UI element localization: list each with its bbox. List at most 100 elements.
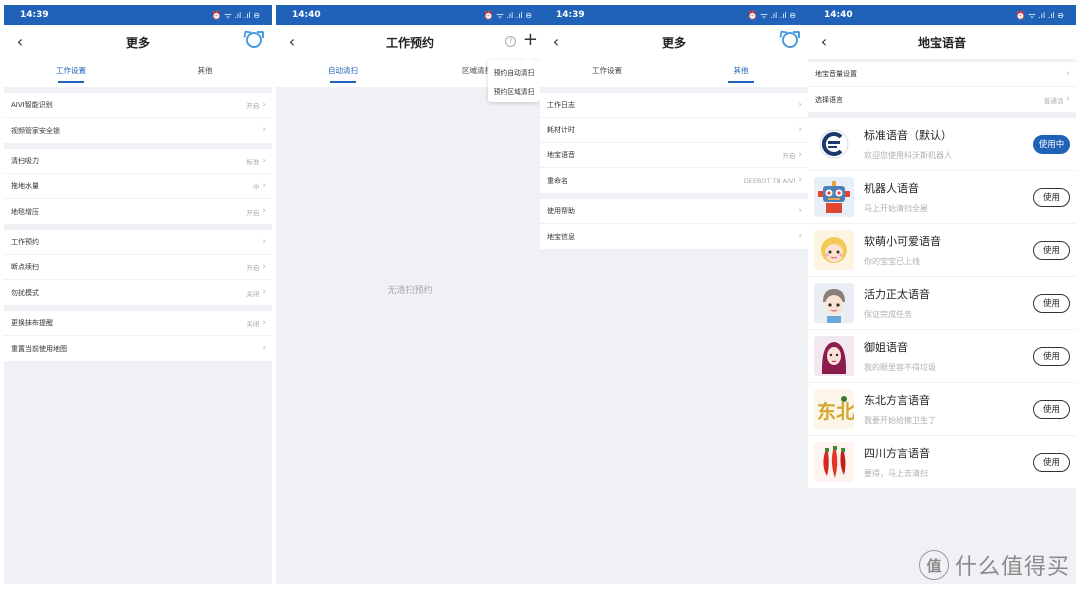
status-bar: 14:39 ⏰ ᯤ .ıl .ıl ⊖ (540, 5, 808, 25)
chevron-right-icon: › (1066, 94, 1070, 104)
use-button[interactable]: 使用 (1033, 293, 1070, 313)
status-time: 14:40 (292, 10, 321, 20)
chevron-right-icon: › (262, 125, 266, 135)
use-button[interactable]: 使用 (1033, 452, 1070, 472)
row-value: DEEBOT T8 AIVI (743, 176, 796, 185)
voice-text: 软萌小可爱语音 你的宝宝已上线 (864, 233, 1033, 267)
cute-girl-avatar (814, 230, 854, 270)
use-button[interactable]: 使用 (1033, 399, 1070, 419)
settings-row[interactable]: 视频管家安全锁 › (4, 118, 272, 143)
dongbei-avatar: 东北 (814, 389, 854, 429)
robot-avatar (814, 177, 854, 217)
settings-row[interactable]: 工作日志 › (540, 93, 808, 118)
row-label: 地宝音量设置 (815, 70, 857, 78)
screen-more-other: 14:39 ⏰ ᯤ .ıl .ıl ⊖ ‹ 更多 工作设置 其他 工作日志 › 耗材… (540, 5, 808, 584)
tab-work-settings[interactable]: 工作设置 (4, 59, 138, 87)
settings-row[interactable]: 更换抹布提醒 关闭 › (4, 311, 272, 336)
back-arrow-icon[interactable]: ‹ (284, 33, 300, 51)
status-icons: ⏰ ᯤ .ıl .ıl ⊖ (211, 10, 260, 20)
nav-bar: ‹ 地宝语音 (808, 25, 1076, 59)
row-label: 耗材计时 (547, 126, 575, 134)
voice-desc: 欢迎您使用科沃斯机器人 (864, 151, 952, 160)
voice-item[interactable]: 标准语音（默认） 欢迎您使用科沃斯机器人 使用中 (808, 118, 1076, 171)
add-schedule-menu: 预约自动清扫 预约区域清扫 (488, 56, 540, 102)
back-arrow-icon[interactable]: ‹ (816, 33, 832, 51)
add-icon[interactable]: + (523, 29, 538, 51)
voice-item[interactable]: 软萌小可爱语音 你的宝宝已上线 使用 (808, 224, 1076, 277)
voice-item[interactable]: 四川方言语音 要得，马上去清扫 使用 (808, 436, 1076, 489)
voice-item[interactable]: 东北 东北方言语音 我要开始给擦卫生了 使用 (808, 383, 1076, 436)
settings-row[interactable]: 勿扰模式 关闭 › (4, 280, 272, 305)
settings-row[interactable]: 重置当前使用地图 › (4, 336, 272, 361)
settings-row[interactable]: 使用帮助 › (540, 199, 808, 224)
back-arrow-icon[interactable]: ‹ (12, 33, 28, 51)
use-button[interactable]: 使用 (1033, 346, 1070, 366)
status-time: 14:39 (556, 10, 585, 20)
voice-desc: 你的宝宝已上线 (864, 257, 920, 266)
tab-auto-clean[interactable]: 自动清扫 (276, 59, 410, 87)
settings-row[interactable]: 工作预约 › (4, 230, 272, 255)
row-value: 开启 (246, 264, 260, 272)
help-icon[interactable]: ? (505, 36, 516, 47)
tab-work-settings[interactable]: 工作设置 (540, 59, 674, 87)
settings-row[interactable]: 清扫吸力 标准 › (4, 149, 272, 174)
menu-item-schedule-auto[interactable]: 预约自动清扫 (488, 62, 540, 81)
tab-other[interactable]: 其他 (674, 59, 808, 87)
row-select-language[interactable]: 选择语言 普通话 › (808, 87, 1076, 112)
voice-item[interactable]: 御姐语音 我的眼里容不得垃圾 使用 (808, 330, 1076, 383)
row-label: 重命名 (547, 176, 568, 185)
row-label: 地宝语音 (547, 151, 575, 159)
chevron-right-icon: › (262, 180, 266, 191)
voice-desc: 我的眼里容不得垃圾 (864, 363, 936, 372)
settings-row[interactable]: AIVI智能识别 开启 › (4, 93, 272, 118)
row-value: 标准 (246, 158, 260, 166)
row-right: › (259, 237, 266, 247)
use-button[interactable]: 使用 (1033, 187, 1070, 207)
row-value: 中 (252, 183, 260, 191)
tab-other[interactable]: 其他 (138, 59, 272, 87)
voice-desc: 我要开始给擦卫生了 (864, 416, 936, 425)
in-use-button[interactable]: 使用中 (1033, 134, 1070, 154)
chevron-right-icon: › (1066, 68, 1070, 79)
voice-desc: 马上开始清扫全屋 (864, 204, 928, 213)
menu-item-schedule-area[interactable]: 预约区域清扫 (488, 81, 540, 100)
use-button[interactable]: 使用 (1033, 240, 1070, 260)
voice-item[interactable]: 机器人语音 马上开始清扫全屋 使用 (808, 171, 1076, 224)
settings-row[interactable]: 地宝语音 开启 › (540, 143, 808, 168)
status-icons: ⏰ ᯤ .ıl .ıl ⊖ (747, 10, 796, 20)
voice-text: 标准语音（默认） 欢迎您使用科沃斯机器人 (864, 127, 1033, 161)
lady-avatar (814, 336, 854, 376)
composite-screenshot: 14:39 ⏰ ᯤ .ıl .ıl ⊖ ‹ 更多 工作设置 其他 AIVI智能识… (0, 0, 1080, 590)
voice-text: 东北方言语音 我要开始给擦卫生了 (864, 392, 1033, 426)
row-right: › (259, 344, 266, 353)
settings-row[interactable]: 断点续扫 开启 › (4, 255, 272, 280)
settings-row[interactable]: 拖地水量 中 › (4, 174, 272, 199)
chevron-right-icon: › (262, 317, 266, 328)
chevron-right-icon: › (798, 175, 802, 185)
chevron-right-icon: › (798, 124, 802, 135)
back-arrow-icon[interactable]: ‹ (548, 33, 564, 51)
row-right: 开启 › (246, 262, 266, 272)
row-volume-settings[interactable]: 地宝音量设置 › (808, 62, 1076, 87)
robot-status-icon[interactable] (246, 31, 264, 48)
smzdm-logo-icon: 值 (918, 550, 949, 580)
tab-bar: 工作设置 其他 (4, 59, 272, 87)
svg-text:东北: 东北 (817, 400, 854, 423)
chevron-right-icon: › (262, 206, 266, 216)
settings-row[interactable]: 重命名 DEEBOT T8 AIVI › (540, 168, 808, 193)
row-right: 中 › (253, 181, 266, 191)
settings-row[interactable]: 地毯增压 开启 › (4, 199, 272, 224)
screen-more-work-settings: 14:39 ⏰ ᯤ .ıl .ıl ⊖ ‹ 更多 工作设置 其他 AIVI智能识… (4, 5, 272, 584)
settings-row[interactable]: 地宝信息 › (540, 224, 808, 249)
voice-item[interactable]: 活力正太语音 保证完成任务 使用 (808, 277, 1076, 330)
row-label: 工作日志 (547, 101, 575, 109)
nav-bar: ‹ 更多 (4, 25, 272, 59)
settings-row[interactable]: 耗材计时 › (540, 118, 808, 143)
row-value: 开启 (246, 102, 260, 110)
empty-state-text: 无清扫预约 (387, 286, 433, 296)
voice-text: 活力正太语音 保证完成任务 (864, 286, 1033, 320)
row-label: 使用帮助 (547, 207, 575, 215)
status-bar: 14:40 ⏰ ᯤ .ıl .ıl ⊖ (276, 5, 544, 25)
page-title: 更多 (661, 35, 686, 50)
robot-status-icon[interactable] (782, 31, 800, 48)
